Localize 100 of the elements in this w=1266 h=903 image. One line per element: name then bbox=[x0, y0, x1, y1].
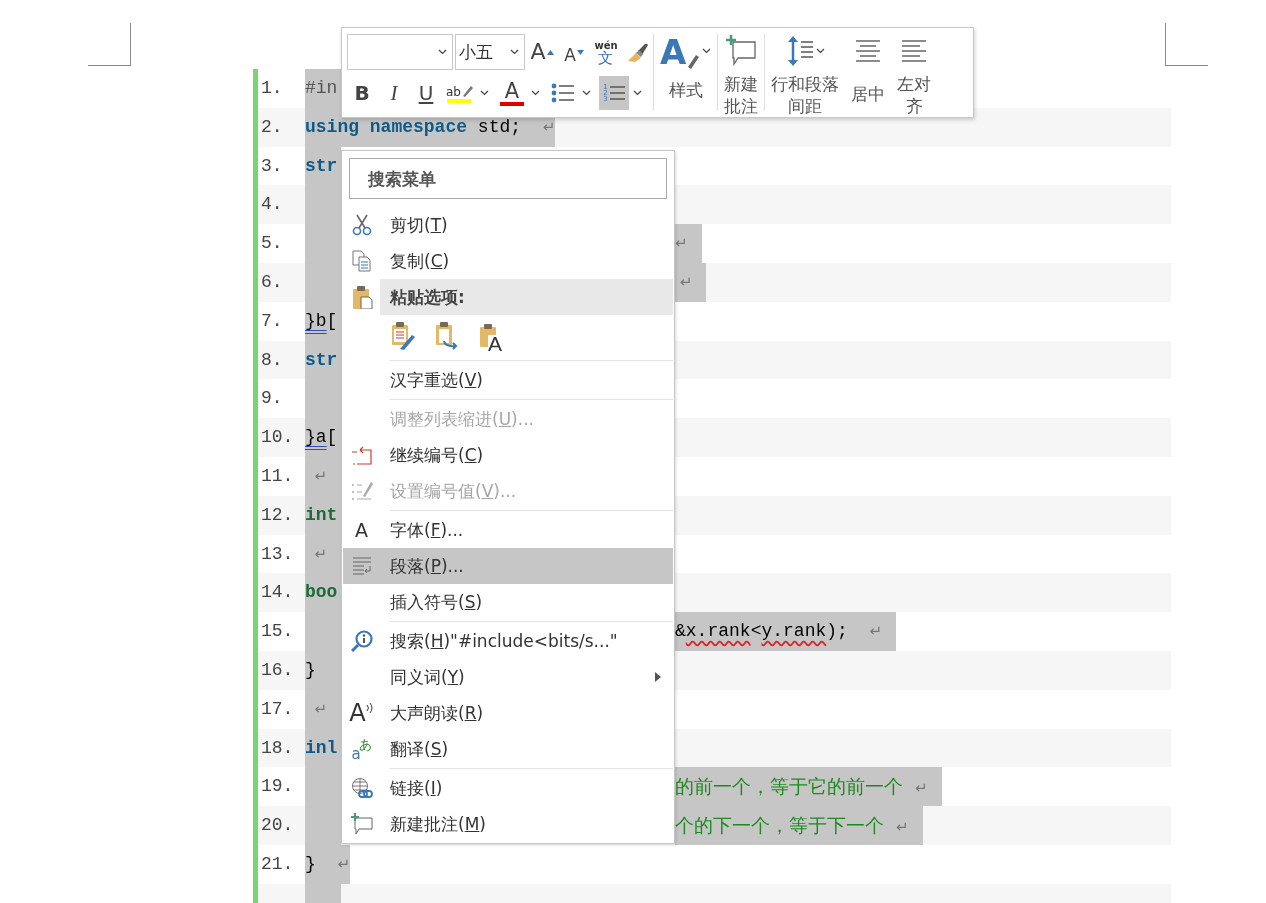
code-text: int bbox=[305, 495, 341, 535]
new-comment-button[interactable]: 新建批注 bbox=[718, 28, 765, 117]
font-icon: A bbox=[355, 520, 368, 540]
menu-item[interactable]: 继续编号(C) bbox=[343, 437, 673, 473]
menu-item[interactable]: A 大声朗读(R) bbox=[343, 695, 673, 731]
line-spacing-button[interactable]: 行和段落间距 bbox=[765, 28, 846, 117]
code-text: inl bbox=[305, 728, 341, 768]
bold-button[interactable]: B bbox=[347, 76, 377, 110]
caret-icon[interactable] bbox=[531, 90, 540, 96]
menu-item[interactable]: A 字体(F)... bbox=[343, 512, 673, 548]
caret-icon[interactable] bbox=[438, 49, 448, 55]
code-text: ↵ bbox=[305, 456, 341, 496]
scissors-icon bbox=[351, 214, 372, 236]
paragraph-icon bbox=[351, 556, 372, 576]
font-color-button[interactable]: A bbox=[497, 76, 527, 110]
clipboard-icon bbox=[350, 285, 373, 309]
code-text: #in bbox=[305, 69, 341, 108]
line-number: 21. bbox=[260, 852, 295, 876]
code-text: str bbox=[305, 340, 341, 380]
caret-icon[interactable] bbox=[582, 90, 591, 96]
crop-mark bbox=[1165, 23, 1208, 66]
paste-text-only-button[interactable]: A bbox=[478, 321, 502, 353]
code-text: &x.rank<y.rank); ↵ bbox=[675, 612, 897, 651]
code-text: 的前一个，等于它的前一个 ↵ bbox=[675, 767, 942, 807]
line-number: 20. bbox=[260, 814, 295, 838]
search-icon bbox=[350, 630, 373, 652]
brush-icon bbox=[626, 41, 650, 63]
line-number: 15. bbox=[260, 620, 295, 644]
code-text: ↵ bbox=[305, 689, 341, 729]
styles-button[interactable]: A 样式 bbox=[654, 28, 718, 117]
code-text: ↵ bbox=[305, 534, 341, 574]
center-button[interactable]: 居中 bbox=[845, 28, 892, 117]
grow-font-button[interactable]: A bbox=[527, 35, 557, 69]
line-number: 7. bbox=[260, 309, 284, 333]
underline-button[interactable]: U bbox=[411, 76, 441, 110]
line-number: 13. bbox=[260, 542, 295, 566]
line-number: 18. bbox=[260, 736, 295, 760]
menu-item[interactable]: 段落(P)... bbox=[343, 548, 673, 584]
code-text: str bbox=[305, 146, 341, 186]
comment-icon bbox=[725, 34, 758, 68]
italic-button[interactable]: I bbox=[379, 76, 409, 110]
menu-item[interactable]: 剪切(T) bbox=[343, 207, 673, 243]
code-text: boo bbox=[305, 573, 341, 613]
code-text: ↵ bbox=[675, 224, 702, 263]
line-number: 12. bbox=[260, 503, 295, 527]
line-number: 16. bbox=[260, 658, 295, 682]
clipboard-arrow-icon[interactable] bbox=[434, 321, 460, 351]
align-left-button[interactable]: 左对齐 bbox=[891, 28, 938, 117]
crop-mark bbox=[88, 23, 131, 66]
line-number: 1. bbox=[260, 77, 284, 100]
comment-icon bbox=[350, 813, 373, 835]
globe-link-icon bbox=[350, 777, 373, 799]
line-number: 4. bbox=[260, 193, 284, 217]
line-number: 11. bbox=[260, 464, 295, 488]
bar-icon bbox=[500, 101, 524, 106]
clipboard-brush-icon[interactable] bbox=[390, 321, 416, 351]
line-number: 6. bbox=[260, 271, 284, 294]
down-triangle-icon bbox=[576, 49, 584, 55]
line-number: 3. bbox=[260, 154, 284, 178]
caret-icon[interactable] bbox=[702, 48, 712, 54]
lines-icon bbox=[608, 84, 625, 102]
caret-icon[interactable] bbox=[815, 48, 825, 54]
code-text: 个的下一个，等于下一个 ↵ bbox=[675, 806, 923, 845]
line-number: 2. bbox=[260, 115, 284, 139]
line-number: 17. bbox=[260, 697, 295, 721]
line-number: 8. bbox=[260, 348, 284, 372]
bar-icon bbox=[447, 98, 472, 103]
menu-item[interactable]: 同义词(Y) bbox=[343, 659, 673, 695]
line-number: 19. bbox=[260, 775, 295, 799]
up-triangle-icon bbox=[546, 49, 554, 55]
bullets-icon bbox=[551, 83, 575, 103]
font-size-dropdown[interactable]: 小五 bbox=[455, 34, 525, 70]
menu-item[interactable]: 链接(I) bbox=[343, 770, 673, 806]
code-text: }b[ bbox=[305, 301, 341, 341]
caret-icon[interactable] bbox=[480, 90, 489, 96]
line-number: 14. bbox=[260, 581, 295, 605]
numbering-icon bbox=[350, 444, 373, 466]
menu-item[interactable]: 新建批注(M) bbox=[343, 806, 673, 842]
menu-item[interactable]: 插入符号(S) bbox=[343, 584, 673, 620]
caret-icon[interactable] bbox=[510, 49, 519, 55]
code-text: } ↵ bbox=[305, 844, 350, 884]
line-number: 10. bbox=[260, 426, 295, 450]
pen-icon bbox=[461, 83, 473, 98]
shrink-font-button[interactable]: A bbox=[559, 35, 589, 69]
highlight-button[interactable]: ab bbox=[443, 76, 476, 110]
line-number: 9. bbox=[260, 387, 284, 411]
phonetic-guide-button[interactable]: wén 文 bbox=[591, 35, 621, 69]
line-spacing-icon bbox=[785, 34, 814, 68]
code-text: ↵ bbox=[675, 263, 707, 302]
code-text: }a[ bbox=[305, 418, 341, 457]
align-left-icon bbox=[901, 39, 928, 63]
menu-item[interactable]: 复制(C) bbox=[343, 243, 673, 279]
copy-icon bbox=[351, 250, 372, 272]
list-pencil-icon bbox=[350, 480, 373, 502]
menu-item[interactable]: 搜索(H)"#include<bits/s..." bbox=[343, 623, 673, 659]
caret-icon[interactable] bbox=[633, 90, 642, 96]
search-field[interactable]: 搜索菜单 bbox=[349, 158, 667, 199]
code-text: } bbox=[305, 650, 341, 690]
menu-item[interactable]: 汉字重选(V) bbox=[343, 362, 673, 398]
align-center-icon bbox=[855, 39, 882, 63]
